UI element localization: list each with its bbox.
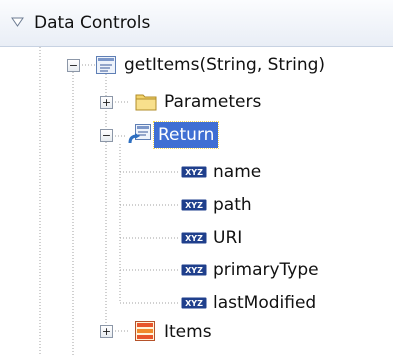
svg-text:XYZ: XYZ (185, 299, 203, 308)
method-icon (96, 56, 116, 74)
tree-node-label: Return (152, 121, 220, 149)
svg-text:XYZ: XYZ (185, 234, 203, 243)
tree-node-label: Parameters (164, 92, 262, 112)
svg-text:XYZ: XYZ (185, 266, 203, 275)
tree-node-label: URI (213, 228, 243, 248)
data-controls-tree[interactable]: − getItems(String, String) + Parameters … (0, 47, 393, 356)
expand-toggle[interactable]: + (100, 325, 113, 338)
tree-node-parameters[interactable]: + Parameters (0, 86, 393, 118)
svg-text:XYZ: XYZ (185, 201, 203, 210)
collapse-toggle[interactable]: − (67, 59, 80, 72)
tree-node-label: getItems(String, String) (124, 55, 326, 75)
xyz-attribute-icon: XYZ (181, 166, 207, 178)
xyz-attribute-icon: XYZ (181, 199, 207, 211)
tree-node-method[interactable]: − getItems(String, String) (0, 49, 393, 81)
xyz-attribute-icon: XYZ (181, 297, 207, 309)
tree-node-attribute[interactable]: XYZ URI (0, 222, 393, 254)
tree-node-label: Items (164, 322, 212, 342)
tree-node-attribute[interactable]: XYZ primaryType (0, 254, 393, 286)
folder-icon (135, 94, 157, 111)
tree-node-label: name (213, 162, 262, 182)
tree-node-label: path (213, 195, 252, 215)
xyz-attribute-icon: XYZ (181, 264, 207, 276)
tree-node-attribute[interactable]: XYZ name (0, 156, 393, 188)
svg-text:XYZ: XYZ (185, 168, 203, 177)
tree-node-items[interactable]: + Items (0, 316, 393, 348)
tree-node-label: lastModified (213, 293, 317, 313)
return-icon (128, 124, 151, 144)
tree-node-attribute[interactable]: XYZ lastModified (0, 287, 393, 319)
collapse-toggle[interactable]: − (100, 129, 113, 142)
collection-icon (135, 321, 155, 341)
xyz-attribute-icon: XYZ (181, 232, 207, 244)
expand-toggle[interactable]: + (100, 96, 113, 109)
tree-node-label: primaryType (213, 260, 319, 280)
chevron-down-icon[interactable] (11, 17, 24, 27)
panel-title: Data Controls (34, 13, 151, 33)
tree-node-attribute[interactable]: XYZ path (0, 189, 393, 221)
panel-header[interactable]: Data Controls (0, 0, 393, 47)
tree-node-return[interactable]: − Return (0, 119, 393, 151)
